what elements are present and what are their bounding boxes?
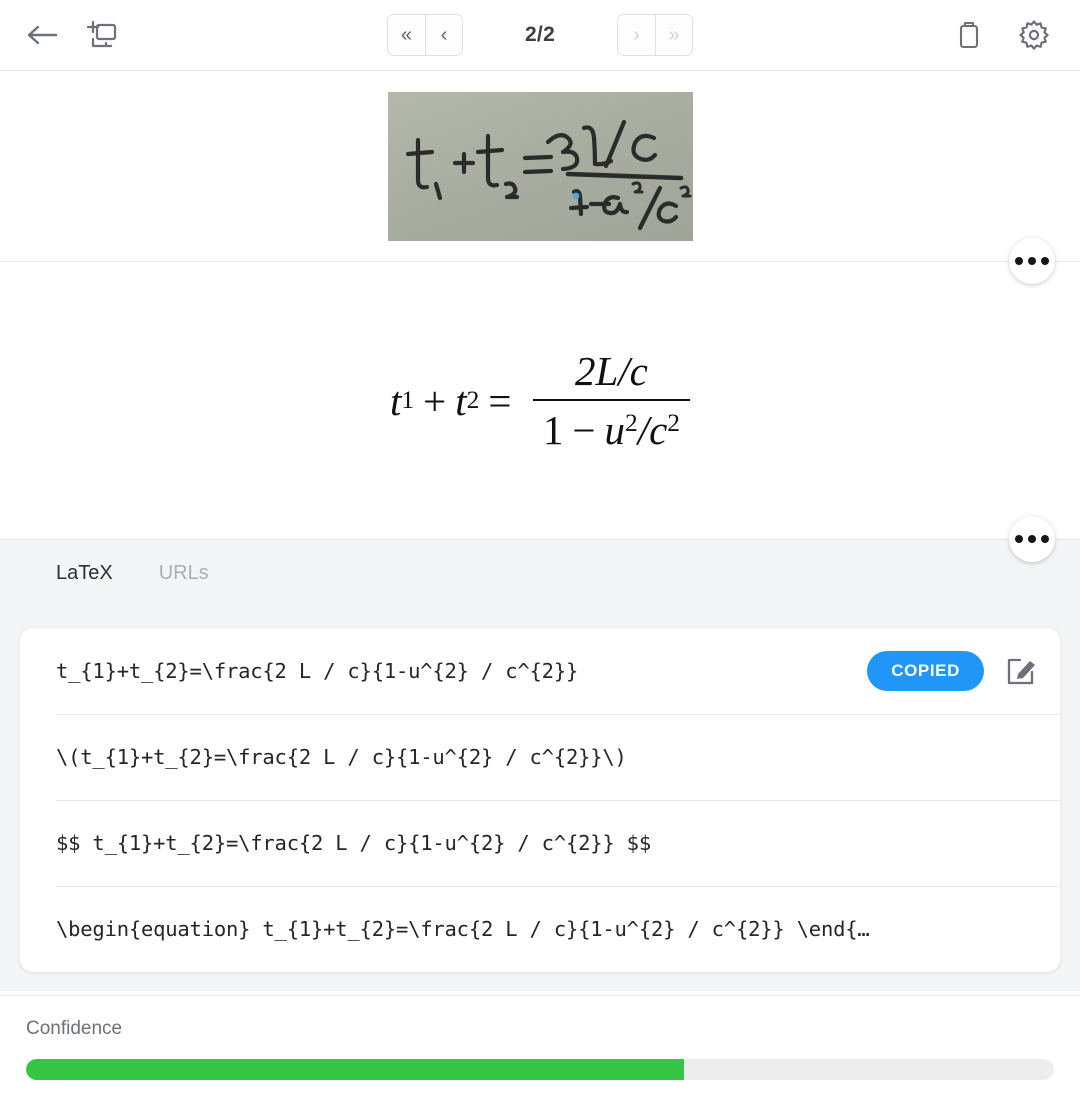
trash-icon[interactable]: [954, 19, 984, 51]
rendered-equation-section: t1 + t2 = 2L/c 1− u2/c2: [0, 262, 1080, 562]
confidence-label: Confidence: [26, 1018, 123, 1039]
eq-den-c: c: [649, 407, 668, 453]
edit-square-icon[interactable]: [1006, 656, 1036, 686]
latex-results-panel: LaTeX URLs t_{1}+t_{2}=\frac{2 L / c}{1-…: [0, 539, 1080, 991]
dot: [1028, 257, 1036, 265]
result-tabs: LaTeX URLs: [0, 540, 1080, 585]
eq-den-u-exp: 2: [624, 408, 638, 437]
nav-back-group: « ‹: [386, 14, 463, 56]
latex-row[interactable]: \(t_{1}+t_{2}=\frac{2 L / c}{1-u^{2} / c…: [20, 714, 1060, 800]
eq-t1-base: t: [390, 377, 402, 424]
new-snip-screen-icon[interactable]: [86, 19, 118, 51]
eq-denominator: 1− u2/c2: [533, 401, 690, 454]
latex-code-text[interactable]: t_{1}+t_{2}=\frac{2 L / c}{1-u^{2} / c^{…: [56, 659, 853, 683]
mathpix-snip-window: « ‹ 2/2 › » t 1 + t 2 = 2L/c 1 − u2/c2 L…: [0, 0, 1080, 1093]
eq-numerator: 2L/c: [574, 348, 648, 394]
eq-t1-sub: 1: [401, 386, 415, 414]
eq-den-minus: −: [572, 407, 596, 453]
latex-row[interactable]: $$ t_{1}+t_{2}=\frac{2 L / c}{1-u^{2} / …: [20, 800, 1060, 886]
copied-button[interactable]: COPIED: [867, 651, 984, 691]
eq-fraction: 2L/c 1− u2/c2: [532, 347, 690, 454]
handwritten-equation-image[interactable]: [387, 91, 693, 241]
next-page-button[interactable]: ›: [618, 15, 656, 55]
gear-icon[interactable]: [1018, 19, 1050, 51]
eq-den-u: u: [604, 407, 625, 453]
toolbar-left-group: [0, 19, 118, 51]
latex-code-text[interactable]: $$ t_{1}+t_{2}=\frac{2 L / c}{1-u^{2} / …: [56, 831, 1036, 855]
dot: [1015, 257, 1023, 265]
dot: [1041, 257, 1049, 265]
latex-row-actions: COPIED: [867, 651, 1036, 691]
latex-row[interactable]: \begin{equation} t_{1}+t_{2}=\frac{2 L /…: [20, 886, 1060, 972]
back-arrow-icon[interactable]: [26, 22, 60, 48]
eq-den-slash: /: [637, 407, 650, 453]
last-page-button[interactable]: »: [655, 15, 693, 55]
dot: [1041, 535, 1049, 543]
render-overflow-menu-button[interactable]: [1009, 516, 1055, 562]
eq-t2-base: t: [455, 377, 467, 424]
eq-plus: +: [423, 377, 447, 424]
confidence-section: Confidence: [0, 995, 1080, 1093]
page-indicator: 2/2: [524, 23, 556, 46]
latex-code-text[interactable]: \(t_{1}+t_{2}=\frac{2 L / c}{1-u^{2} / c…: [56, 745, 1036, 769]
eq-den-one: 1: [542, 407, 564, 453]
dot: [1015, 535, 1023, 543]
eq-equals: =: [488, 377, 512, 424]
first-page-button[interactable]: «: [387, 15, 425, 55]
confidence-bar-fill: [26, 1059, 684, 1080]
toolbar-right-group: [954, 19, 1080, 51]
nav-forward-group: › »: [617, 14, 694, 56]
pagination-group: « ‹ 2/2 › »: [0, 0, 1080, 70]
latex-row[interactable]: t_{1}+t_{2}=\frac{2 L / c}{1-u^{2} / c^{…: [20, 628, 1060, 714]
latex-rows-card: t_{1}+t_{2}=\frac{2 L / c}{1-u^{2} / c^{…: [20, 628, 1060, 972]
eq-t2-sub: 2: [466, 386, 480, 414]
source-image-section: [0, 71, 1080, 284]
image-overflow-menu-button[interactable]: [1009, 238, 1055, 284]
dot: [1028, 535, 1036, 543]
previous-page-button[interactable]: ‹: [424, 15, 462, 55]
latex-code-text[interactable]: \begin{equation} t_{1}+t_{2}=\frac{2 L /…: [56, 917, 1036, 941]
confidence-bar-track: [26, 1059, 1054, 1080]
tab-latex[interactable]: LaTeX: [56, 562, 113, 585]
tab-urls[interactable]: URLs: [159, 562, 209, 585]
toolbar: « ‹ 2/2 › »: [0, 0, 1080, 71]
eq-den-c-exp: 2: [667, 408, 680, 437]
rendered-equation[interactable]: t1 + t2 = 2L/c 1− u2/c2: [390, 347, 690, 454]
